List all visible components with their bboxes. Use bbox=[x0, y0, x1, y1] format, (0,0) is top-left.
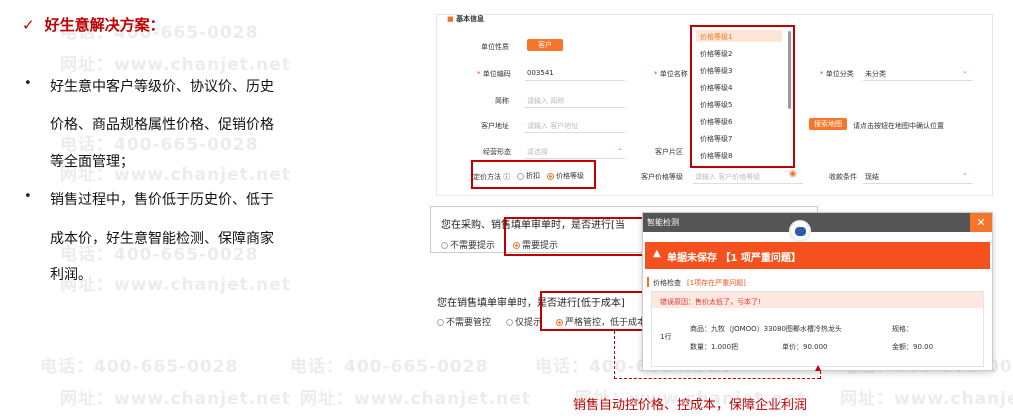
close-icon[interactable]: ✕ bbox=[970, 213, 992, 232]
dropdown-option[interactable]: 价格等级2 bbox=[700, 49, 732, 59]
watermark-site: 网址：www.chanjet.net bbox=[840, 389, 1013, 409]
short-name-label: 简称 bbox=[495, 97, 509, 105]
arrow-up-icon: ▲ bbox=[815, 363, 822, 372]
dropdown-scrollbar[interactable] bbox=[788, 31, 791, 109]
dropdown-option[interactable]: 价格等级7 bbox=[700, 134, 732, 144]
alert-text: 单据未保存 【1 项严重问题】 bbox=[667, 253, 801, 264]
area-label: 客户片区 bbox=[655, 148, 683, 156]
purchase-highlight bbox=[504, 217, 644, 256]
dropdown-option[interactable]: 价格等级6 bbox=[700, 117, 732, 127]
check-icon: ✓ bbox=[22, 16, 35, 34]
radio-icon bbox=[441, 242, 448, 249]
paragraph-line: 价格、商品规格属性价格、促销价格 bbox=[50, 117, 274, 133]
price-info: 单价：90.000 bbox=[782, 343, 828, 351]
issue-card: 错误原因：售价太低了，亏本了! 1行 商品：九牧（JOMOO）33080图椰水槽… bbox=[651, 291, 984, 367]
category-select[interactable]: 未分类 bbox=[865, 69, 886, 79]
cost-opt-none[interactable]: 不需要管控 bbox=[437, 315, 491, 328]
radio-icon bbox=[506, 319, 513, 326]
map-hint: 请点击按钮在地图中确认位置 bbox=[853, 122, 944, 130]
robot-icon bbox=[789, 220, 811, 242]
cost-highlight bbox=[540, 291, 644, 331]
dropdown-option[interactable]: 价格等级5 bbox=[700, 100, 732, 110]
section-title: ■ 基本信息 bbox=[447, 15, 485, 23]
unit-type-customer-button[interactable]: 客户 bbox=[527, 39, 563, 51]
product-info: 商品：九牧（JOMOO）33080图椰水槽冷热龙头 bbox=[690, 325, 842, 333]
spec-info: 规格： bbox=[892, 325, 913, 333]
chevron-down-icon[interactable]: ⌄ bbox=[962, 169, 968, 177]
title-text: 好生意解决方案： bbox=[44, 16, 165, 34]
row-number: 1行 bbox=[660, 333, 672, 341]
warning-icon: ▲ bbox=[653, 248, 661, 259]
price-method-highlight bbox=[471, 160, 596, 189]
bullet-icon: • bbox=[24, 189, 32, 204]
watermark-site: 网址：www.chanjet.net bbox=[300, 389, 531, 409]
paragraph-line: 等全面管理； bbox=[50, 154, 134, 170]
paragraph-line: 销售过程中，售价低于历史价、低于 bbox=[50, 192, 274, 208]
connector-line bbox=[820, 371, 821, 379]
dropdown-option[interactable]: 价格等级3 bbox=[700, 66, 732, 76]
paragraph-line: 好生意中客户等级价、协议价、历史 bbox=[50, 79, 274, 95]
caption: 销售自动控价格、控成本，保障企业利润 bbox=[573, 398, 808, 413]
map-search-button[interactable]: 搜索地图 bbox=[809, 118, 847, 130]
collect-terms-label: 收款条件 bbox=[829, 173, 857, 181]
section-note: [1项存在严重问题] bbox=[687, 279, 746, 287]
chevron-down-icon[interactable]: ⌄ bbox=[962, 67, 968, 75]
chevron-circle-icon[interactable]: ◉ bbox=[789, 169, 797, 179]
customer-price-level-input[interactable]: 请输入 客户价格等级 bbox=[695, 172, 760, 182]
collect-terms-select[interactable]: 现结 bbox=[865, 172, 879, 182]
section-marker bbox=[647, 277, 649, 287]
purchase-opt-no[interactable]: 不需要提示 bbox=[441, 238, 495, 251]
paragraph-line: 利润。 bbox=[50, 267, 92, 283]
chevron-down-icon[interactable]: ⌄ bbox=[617, 144, 623, 152]
address-input[interactable]: 请输入 客户地址 bbox=[527, 121, 578, 131]
unit-type-label: 单位性质 bbox=[481, 43, 509, 51]
radio-icon bbox=[437, 319, 444, 326]
connector-line bbox=[614, 331, 615, 379]
price-level-dropdown[interactable]: 价格等级1 价格等级2 价格等级3 价格等级4 价格等级5 价格等级6 价格等级… bbox=[690, 25, 795, 168]
connector-line bbox=[614, 378, 820, 379]
solution-title: ✓ 好生意解决方案： bbox=[22, 14, 165, 35]
smart-check-dialog: 智能检测 ✕ ▲ 单据未保存 【1 项严重问题】 价格检查 [1项存在严重问题]… bbox=[642, 212, 993, 371]
code-label: * 单位编码 bbox=[477, 70, 511, 78]
address-label: 客户地址 bbox=[481, 122, 509, 130]
alert-banner: ▲ 单据未保存 【1 项严重问题】 bbox=[645, 242, 990, 269]
error-reason: 错误原因：售价太低了，亏本了! bbox=[660, 298, 761, 306]
dropdown-option[interactable]: 价格等级1 bbox=[700, 32, 732, 42]
short-name-input[interactable]: 请输入 简称 bbox=[527, 96, 564, 106]
code-value[interactable]: 003541 bbox=[527, 69, 554, 77]
category-label: * 单位分类 bbox=[820, 70, 854, 78]
cost-opt-prompt[interactable]: 仅提示 bbox=[506, 315, 542, 328]
bullet-icon: • bbox=[24, 76, 32, 91]
dialog-header: 智能检测 ✕ bbox=[643, 213, 992, 232]
name-label: * 单位名称 bbox=[654, 70, 688, 78]
amount-info: 金额：90.00 bbox=[892, 343, 934, 351]
biz-form-label: 经营形态 bbox=[483, 148, 511, 156]
biz-form-select[interactable]: 请选择 bbox=[527, 147, 548, 157]
section-title: 价格检查 bbox=[653, 279, 681, 287]
dropdown-option[interactable]: 价格等级4 bbox=[700, 83, 732, 93]
solution-panel: ✓ 好生意解决方案： • 好生意中客户等级价、协议价、历史 价格、商品规格属性价格… bbox=[0, 0, 330, 419]
paragraph-line: 成本价，好生意智能检测、保障商家 bbox=[50, 231, 274, 247]
customer-price-level-label: 客户价格等级 bbox=[641, 173, 683, 181]
dialog-title: 智能检测 bbox=[647, 218, 679, 227]
dropdown-option[interactable]: 价格等级8 bbox=[700, 151, 732, 161]
qty-info: 数量：1.000把 bbox=[690, 343, 739, 351]
